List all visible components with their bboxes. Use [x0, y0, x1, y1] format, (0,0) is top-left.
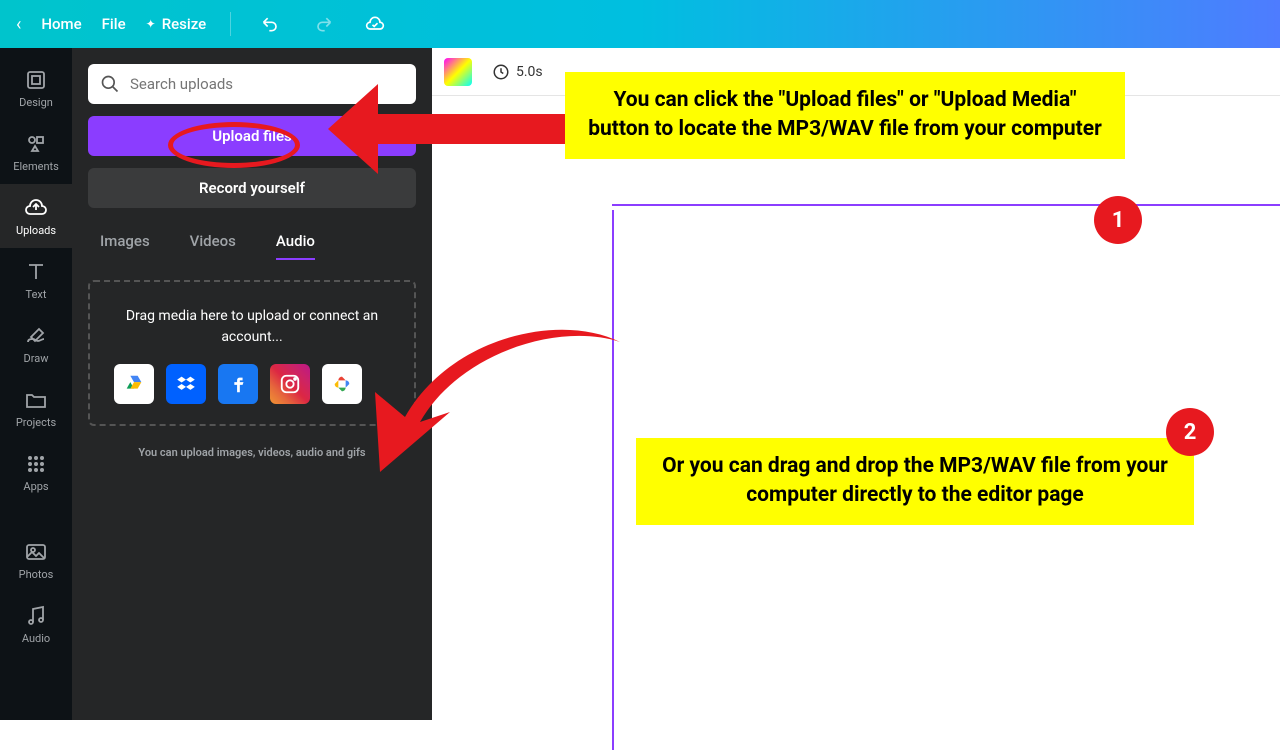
- nav-draw[interactable]: Draw: [0, 312, 72, 376]
- nav-apps[interactable]: Apps: [0, 440, 72, 504]
- clock-icon: [492, 63, 510, 81]
- undo-icon[interactable]: [255, 8, 287, 40]
- side-nav: Design Elements Uploads Text Draw Projec…: [0, 48, 72, 720]
- search-input-container[interactable]: [88, 64, 416, 104]
- page-guide-horizontal: [612, 204, 1280, 206]
- nav-photos[interactable]: Photos: [0, 528, 72, 592]
- nav-projects[interactable]: Projects: [0, 376, 72, 440]
- nav-elements[interactable]: Elements: [0, 120, 72, 184]
- search-input[interactable]: [130, 75, 404, 93]
- cloud-sync-icon[interactable]: [359, 8, 391, 40]
- file-menu[interactable]: File: [102, 15, 126, 33]
- instagram-icon[interactable]: [270, 364, 310, 404]
- color-picker[interactable]: [444, 58, 472, 86]
- callout-1: You can click the "Upload files" or "Upl…: [565, 72, 1125, 159]
- facebook-icon[interactable]: [218, 364, 258, 404]
- google-drive-icon[interactable]: [114, 364, 154, 404]
- badge-1: 1: [1094, 196, 1142, 244]
- upload-files-button[interactable]: Upload files: [88, 116, 416, 156]
- top-toolbar: ‹ Home File ✦Resize: [0, 0, 1280, 48]
- drop-text: Drag media here to upload or connect an …: [110, 306, 394, 348]
- divider: [230, 12, 231, 36]
- redo-icon[interactable]: [307, 8, 339, 40]
- canvas[interactable]: [432, 96, 1280, 720]
- page-guide-vertical: [612, 210, 614, 750]
- upload-note: You can upload images, videos, audio and…: [88, 446, 416, 459]
- badge-2: 2: [1166, 408, 1214, 456]
- drop-zone[interactable]: Drag media here to upload or connect an …: [88, 280, 416, 426]
- upload-tabs: Images Videos Audio: [88, 232, 416, 260]
- home-button[interactable]: Home: [41, 15, 81, 33]
- tab-images[interactable]: Images: [100, 232, 150, 260]
- search-icon: [100, 74, 120, 94]
- record-yourself-button[interactable]: Record yourself: [88, 168, 416, 208]
- nav-uploads[interactable]: Uploads: [0, 184, 72, 248]
- callout-2: Or you can drag and drop the MP3/WAV fil…: [636, 438, 1194, 525]
- dropbox-icon[interactable]: [166, 364, 206, 404]
- duration-button[interactable]: 5.0s: [492, 63, 543, 81]
- nav-audio[interactable]: Audio: [0, 592, 72, 656]
- uploads-panel: Upload files Record yourself Images Vide…: [72, 48, 432, 720]
- tab-audio[interactable]: Audio: [276, 232, 315, 260]
- resize-button[interactable]: ✦Resize: [146, 15, 207, 33]
- nav-design[interactable]: Design: [0, 56, 72, 120]
- nav-text[interactable]: Text: [0, 248, 72, 312]
- back-icon[interactable]: ‹: [16, 14, 21, 35]
- google-photos-icon[interactable]: [322, 364, 362, 404]
- tab-videos[interactable]: Videos: [190, 232, 236, 260]
